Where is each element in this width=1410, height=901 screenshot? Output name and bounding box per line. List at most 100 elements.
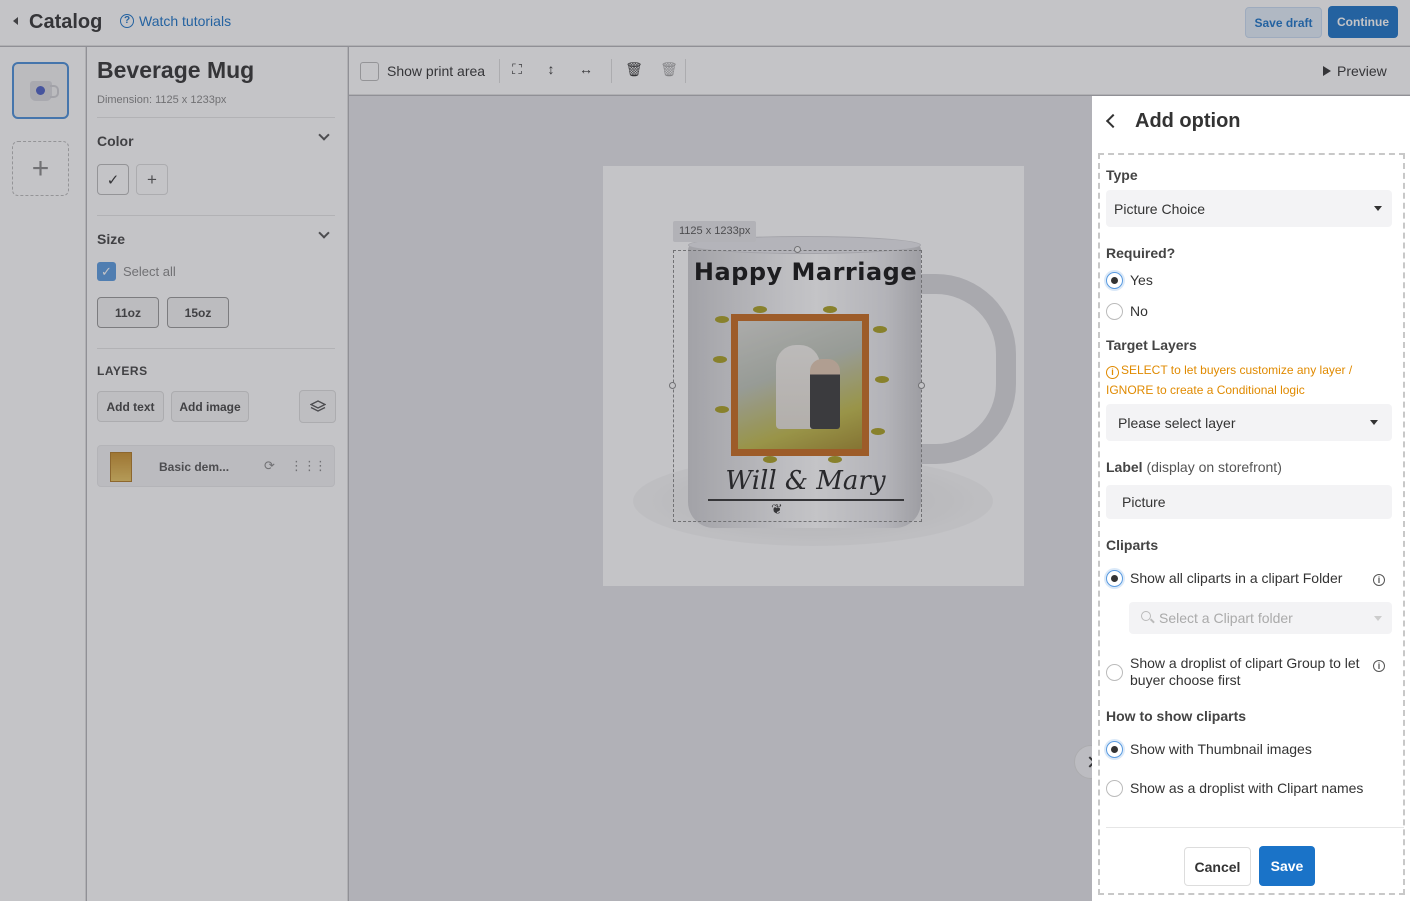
delete-icon[interactable]: 🗑 bbox=[625, 61, 643, 78]
preview-label: Preview bbox=[1337, 63, 1387, 79]
show-print-area-checkbox[interactable] bbox=[360, 62, 379, 81]
cliparts-label: Cliparts bbox=[1106, 537, 1159, 553]
selection-size-tag: 1125 x 1233px bbox=[673, 221, 757, 242]
more-options-icon[interactable]: ⋮ bbox=[314, 458, 327, 474]
continue-button[interactable]: Continue bbox=[1328, 6, 1398, 38]
top-bar: Catalog ? Watch tutorials Save draft Con… bbox=[0, 0, 1410, 46]
chevron-down-icon[interactable] bbox=[318, 129, 330, 141]
mug-handle bbox=[911, 274, 1016, 464]
help-circle-icon: ? bbox=[120, 14, 134, 28]
add-text-button[interactable]: Add text bbox=[97, 391, 164, 422]
target-layers-hint-text: SELECT to let buyers customize any layer… bbox=[1106, 363, 1353, 397]
caret-down-icon bbox=[1370, 420, 1378, 425]
color-section-title: Color bbox=[97, 133, 134, 149]
product-dimension: Dimension: 1125 x 1233px bbox=[97, 94, 227, 106]
catalog-title[interactable]: Catalog bbox=[29, 11, 102, 34]
layers-stack-button[interactable] bbox=[299, 390, 336, 423]
delete-all-icon[interactable]: 🗑 bbox=[660, 61, 678, 78]
required-no-label: No bbox=[1130, 303, 1148, 319]
target-layers-select[interactable]: Please select layer bbox=[1106, 404, 1392, 441]
resize-handle[interactable] bbox=[794, 246, 801, 253]
show-thumbnail-option[interactable]: Show with Thumbnail images bbox=[1106, 741, 1392, 758]
align-horizontal-center-icon[interactable]: ↔ bbox=[577, 61, 595, 77]
label-title: Label bbox=[1106, 459, 1143, 475]
radio-unselected[interactable] bbox=[1106, 303, 1123, 320]
add-option-title: Add option bbox=[1135, 110, 1241, 132]
resize-handle[interactable] bbox=[669, 382, 676, 389]
resize-handle[interactable] bbox=[918, 382, 925, 389]
show-thumbnail-label: Show with Thumbnail images bbox=[1130, 741, 1312, 757]
mug-thumbnail-icon bbox=[29, 80, 59, 101]
back-arrow-icon[interactable] bbox=[1105, 113, 1121, 129]
add-option-form: Type Picture Choice Required? Yes No Tar… bbox=[1098, 153, 1405, 895]
radio-unselected[interactable] bbox=[1106, 780, 1123, 797]
layers-stack-icon bbox=[309, 399, 326, 412]
color-swatch-selected[interactable]: ✓ bbox=[97, 164, 129, 195]
mug-artboard[interactable]: Happy Marriage Will & Mary ❦ 1125 x 1233… bbox=[603, 166, 1024, 586]
checkbox-checked-icon[interactable]: ✓ bbox=[97, 262, 116, 281]
clipart-folder-label: Show all cliparts in a clipart Folder bbox=[1130, 570, 1343, 586]
required-yes-label: Yes bbox=[1130, 272, 1153, 288]
size-button-11oz[interactable]: 11oz bbox=[97, 297, 159, 328]
type-select-value: Picture Choice bbox=[1114, 200, 1206, 217]
caret-down-icon bbox=[1374, 616, 1382, 621]
save-button[interactable]: Save bbox=[1259, 846, 1315, 886]
divider bbox=[499, 59, 500, 83]
add-product-button[interactable]: + bbox=[12, 141, 69, 196]
show-droplist-option[interactable]: Show as a droplist with Clipart names bbox=[1106, 780, 1392, 797]
play-icon bbox=[1323, 66, 1331, 76]
align-vertical-center-icon[interactable]: ↕ bbox=[542, 61, 560, 77]
radio-selected[interactable] bbox=[1106, 741, 1123, 758]
clipart-folder-select[interactable]: Select a Clipart folder bbox=[1129, 602, 1392, 634]
divider bbox=[1106, 827, 1404, 828]
back-caret-icon[interactable] bbox=[13, 17, 18, 25]
add-option-panel: Add option Type Picture Choice Required?… bbox=[1092, 96, 1410, 901]
divider bbox=[97, 117, 335, 118]
info-icon[interactable]: i bbox=[1373, 574, 1385, 586]
product-thumbnail-rail: + bbox=[0, 47, 86, 901]
type-select[interactable]: Picture Choice bbox=[1106, 190, 1392, 227]
clipart-group-label: Show a droplist of clipart Group to let … bbox=[1130, 655, 1360, 688]
layers-section-title: LAYERS bbox=[97, 364, 148, 378]
select-all-sizes[interactable]: ✓ Select all bbox=[97, 262, 176, 281]
add-color-button[interactable]: + bbox=[136, 164, 168, 195]
clipart-folder-option[interactable]: Show all cliparts in a clipart Folder bbox=[1106, 570, 1392, 587]
divider bbox=[97, 348, 335, 349]
layer-item[interactable]: Basic dem... ⟳ ⋮⋮ ⋮ bbox=[97, 445, 335, 487]
required-yes-option[interactable]: Yes bbox=[1106, 272, 1392, 289]
save-draft-button[interactable]: Save draft bbox=[1245, 7, 1322, 38]
selection-box[interactable] bbox=[673, 250, 922, 522]
canvas-toolbar: Show print area ⛶ ↕ ↔ 🗑 🗑 Preview bbox=[349, 47, 1410, 95]
how-to-show-label: How to show cliparts bbox=[1106, 708, 1247, 724]
preview-button[interactable]: Preview bbox=[1323, 63, 1387, 79]
clipart-folder-placeholder: Select a Clipart folder bbox=[1159, 610, 1293, 626]
drag-handle-icon[interactable]: ⋮⋮ bbox=[290, 458, 316, 474]
radio-selected[interactable] bbox=[1106, 570, 1123, 587]
chevron-down-icon[interactable] bbox=[318, 227, 330, 239]
target-layers-hint: i SELECT to let buyers customize any laye… bbox=[1106, 360, 1376, 400]
design-canvas[interactable]: Happy Marriage Will & Mary ❦ 1125 x 1233… bbox=[349, 96, 1108, 901]
sync-icon[interactable]: ⟳ bbox=[264, 458, 275, 474]
info-icon[interactable]: i bbox=[1373, 660, 1385, 672]
radio-selected[interactable] bbox=[1106, 272, 1123, 289]
size-section-title: Size bbox=[97, 231, 126, 247]
radio-unselected[interactable] bbox=[1106, 664, 1123, 681]
label-subtitle: (display on storefront) bbox=[1146, 459, 1282, 475]
required-no-option[interactable]: No bbox=[1106, 303, 1392, 320]
type-label: Type bbox=[1106, 167, 1138, 183]
fit-to-area-icon[interactable]: ⛶ bbox=[508, 61, 526, 78]
label-input[interactable] bbox=[1106, 485, 1392, 519]
info-warning-icon: i bbox=[1106, 366, 1119, 379]
watch-tutorials-link[interactable]: ? Watch tutorials bbox=[120, 13, 231, 29]
add-image-button[interactable]: Add image bbox=[171, 391, 249, 422]
show-droplist-label: Show as a droplist with Clipart names bbox=[1130, 780, 1364, 796]
show-print-area-label: Show print area bbox=[387, 63, 486, 79]
cancel-button[interactable]: Cancel bbox=[1184, 847, 1251, 886]
watch-tutorials-label: Watch tutorials bbox=[139, 13, 232, 29]
target-layers-label: Target Layers bbox=[1106, 337, 1197, 353]
product-thumbnail[interactable] bbox=[12, 62, 69, 119]
required-label: Required? bbox=[1106, 245, 1176, 261]
size-button-15oz[interactable]: 15oz bbox=[167, 297, 229, 328]
clipart-group-option[interactable]: Show a droplist of clipart Group to let … bbox=[1106, 655, 1368, 689]
target-layers-select-value: Please select layer bbox=[1118, 414, 1236, 431]
